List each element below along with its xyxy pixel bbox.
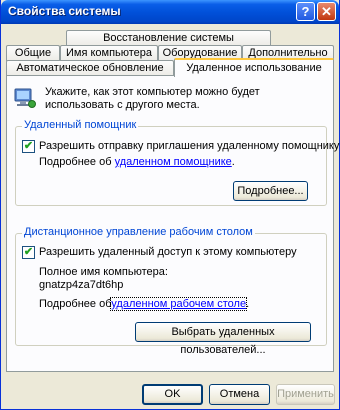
remote-assistance-more-suffix: . [231, 156, 235, 168]
close-icon[interactable]: ✕ [317, 2, 336, 21]
remote-assistance-more-prefix: Подробнее об [39, 156, 112, 168]
window-title: Свойства системы [8, 4, 121, 18]
remote-desktop-more-prefix: Подробнее об [39, 298, 112, 310]
remote-assistance-more: Подробнее об удаленном помощнике. [39, 156, 235, 168]
tab-general[interactable]: Общие [6, 45, 60, 61]
remote-assistance-group-title: Удаленный помощник [22, 119, 139, 131]
remote-desktop-group-title: Дистанционное управление рабочим столом [22, 226, 255, 238]
intro-text: Укажите, как этот компьютер можно будет … [45, 86, 260, 111]
remote-assistance-checkbox-label[interactable]: Разрешить отправку приглашения удаленном… [39, 140, 339, 152]
remote-desktop-more-suffix: . [246, 298, 250, 310]
title-bar[interactable]: Свойства системы ? ✕ [1, 0, 339, 24]
ok-button[interactable]: OK [142, 384, 203, 405]
tab-system-restore[interactable]: Восстановление системы [66, 30, 271, 46]
tab-automatic-updates[interactable]: Автоматическое обновление [6, 60, 174, 76]
tab-computer-name[interactable]: Имя компьютера [60, 45, 158, 61]
remote-desktop-more: Подробнее обудаленном рабочем столе. [39, 297, 250, 311]
advanced-button[interactable]: Подробнее... [233, 181, 308, 201]
remote-desktop-checkbox-label[interactable]: Разрешить удаленный доступ к этому компь… [39, 246, 297, 258]
remote-assistance-checkbox[interactable]: ✔ [22, 140, 35, 153]
select-remote-users-button[interactable]: Выбрать удаленных пользователей... [135, 322, 311, 356]
remote-desktop-link[interactable]: удаленном рабочем столе [110, 297, 248, 311]
tab-remote[interactable]: Удаленное использование [174, 58, 334, 77]
cancel-button[interactable]: Отмена [209, 384, 270, 405]
full-computer-name-label: Полное имя компьютера: [39, 266, 168, 278]
apply-button[interactable]: Применить [276, 384, 335, 405]
computer-network-icon [14, 88, 36, 108]
remote-assistance-link[interactable]: удаленном помощнике [115, 156, 232, 168]
help-icon[interactable]: ? [296, 2, 315, 21]
full-computer-name-value: gnatzp4za7dt6hp [39, 279, 124, 291]
system-properties-window: Свойства системы ? ✕ Восстановление сист… [0, 0, 340, 410]
remote-desktop-checkbox[interactable]: ✔ [22, 246, 35, 259]
